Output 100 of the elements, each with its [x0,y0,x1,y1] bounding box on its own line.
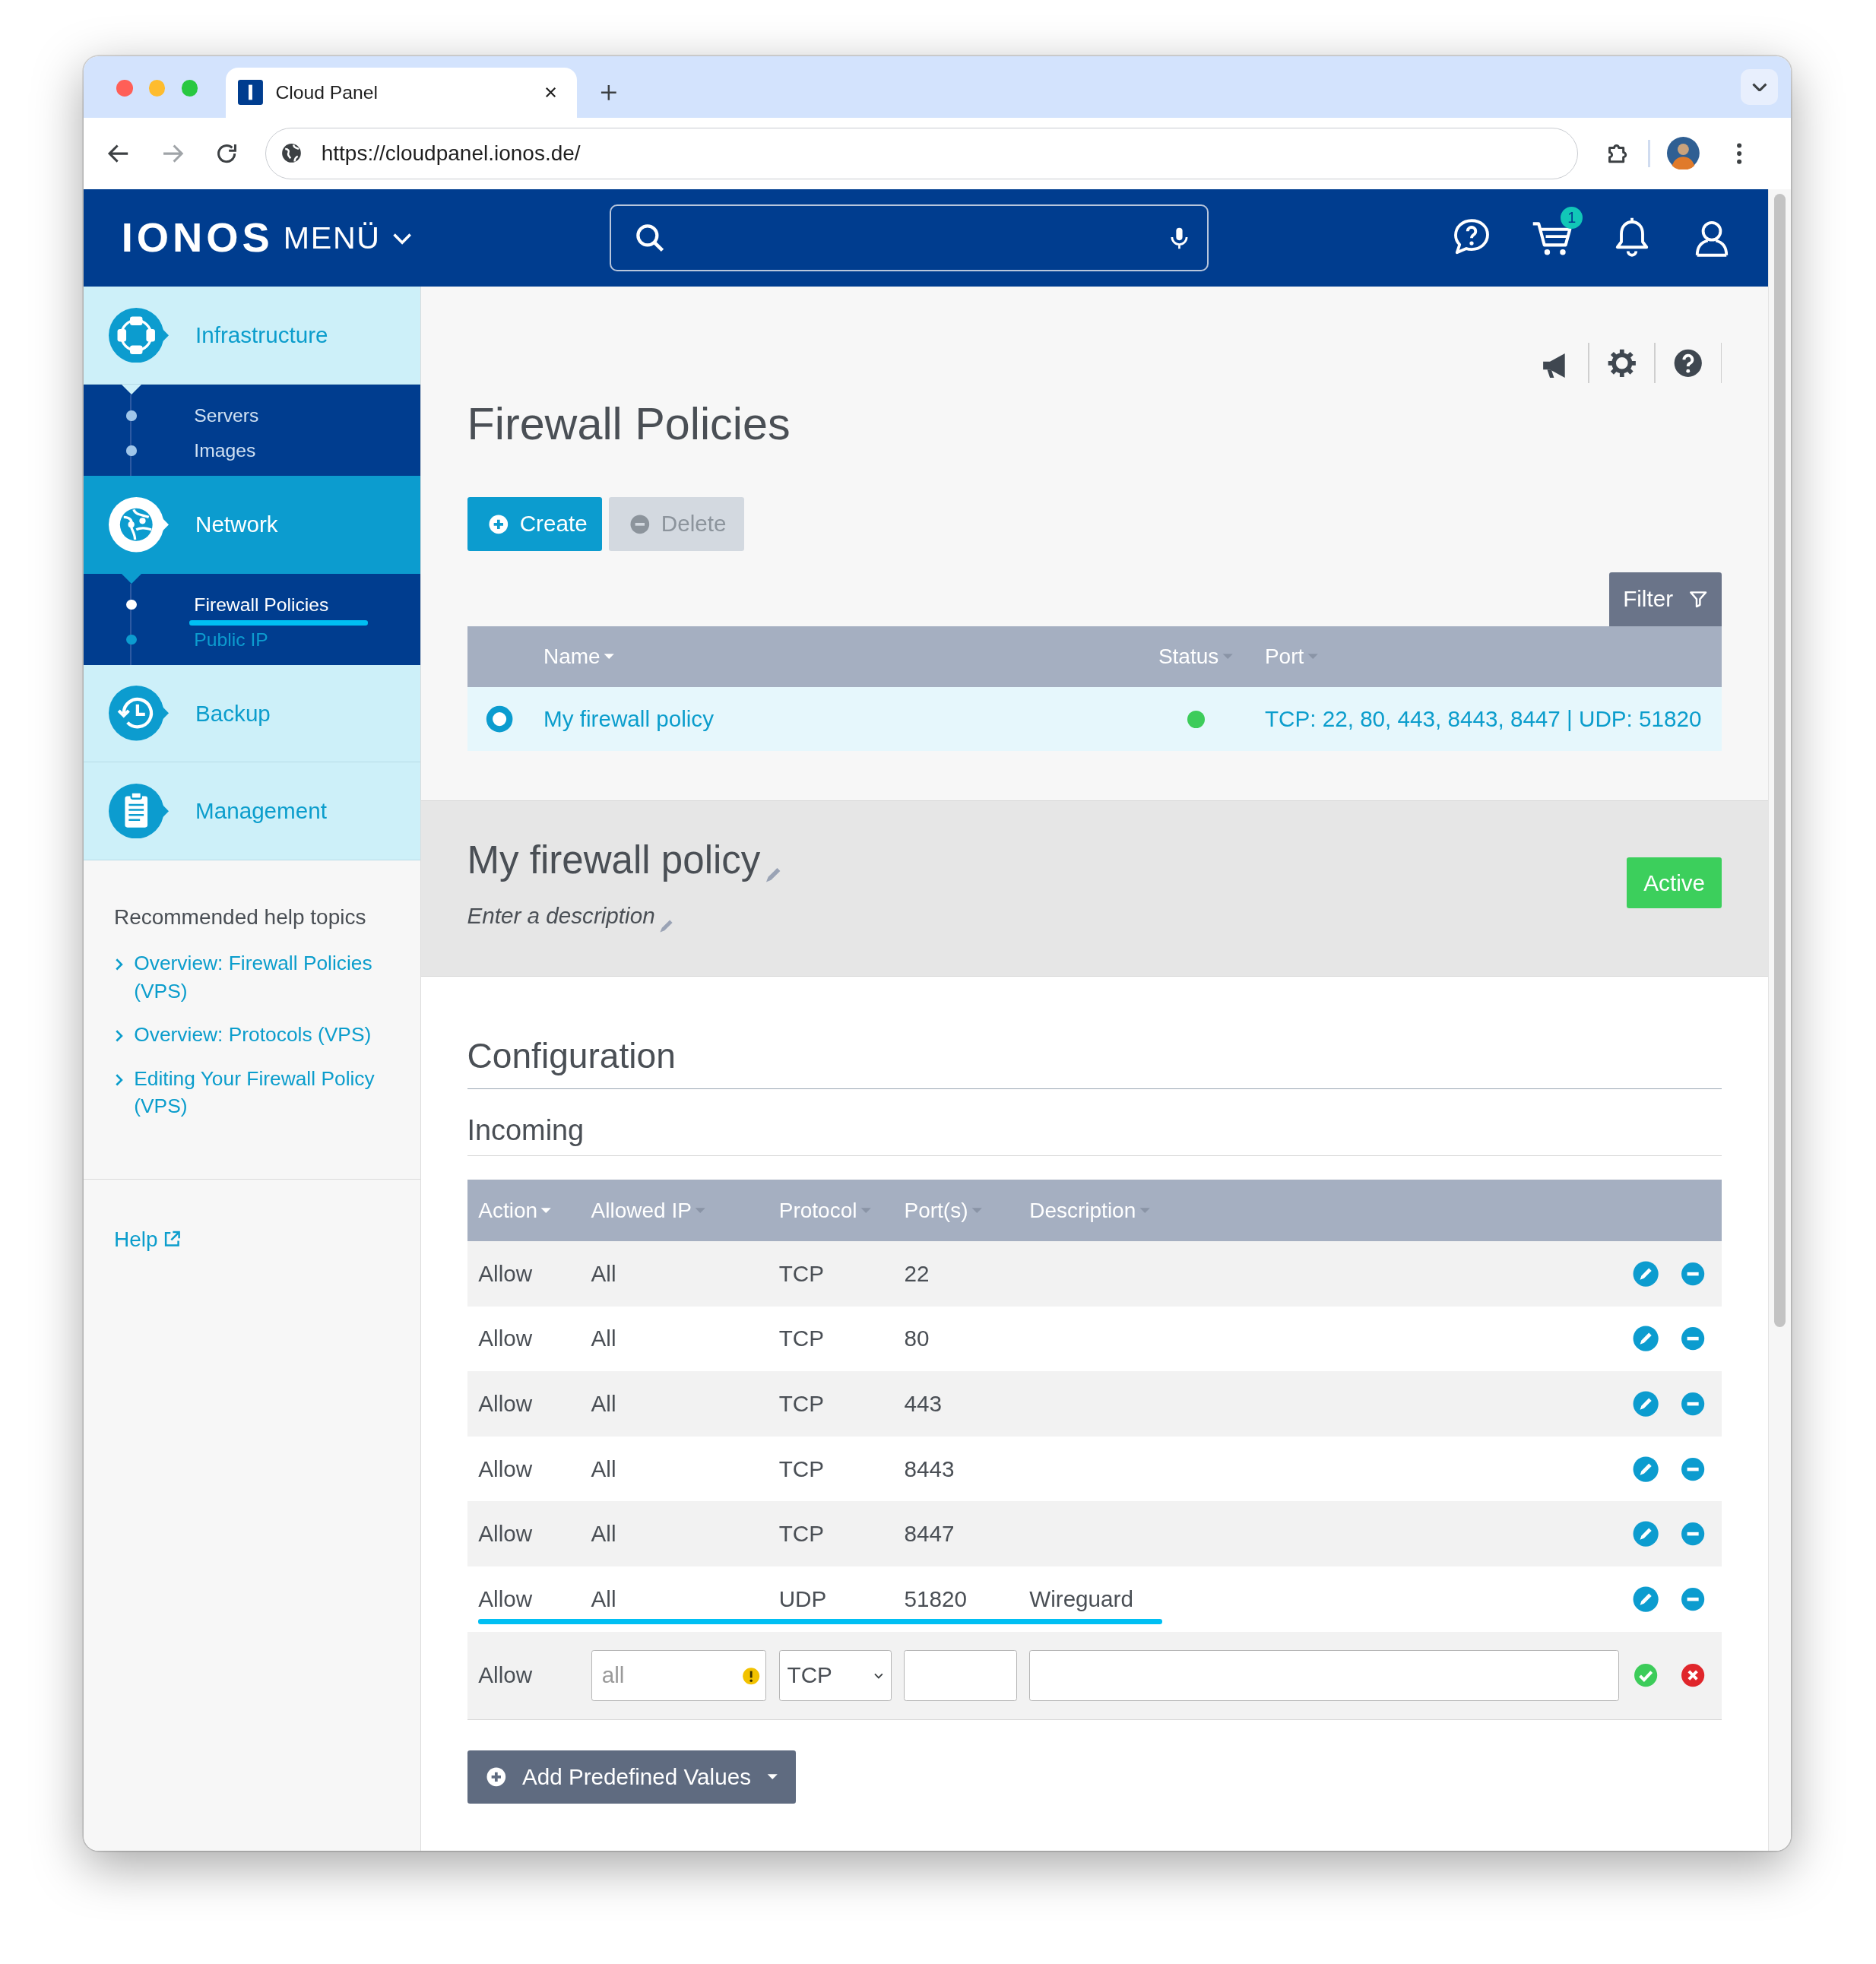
nav-item[interactable]: Network [84,476,420,574]
tab-title[interactable]: Cloud Panel [275,81,530,103]
add-predefined-button[interactable]: Add Predefined Values [467,1750,797,1804]
scrollbar-thumb[interactable] [1773,194,1786,1328]
table-row[interactable]: My firewall policy TCP: 22, 80, 443, 8443, 8447 | UDP: 51820 [467,687,1722,752]
avatar-icon[interactable] [1666,137,1700,170]
column-header[interactable]: Protocol [778,1198,905,1223]
pointer-icon [121,573,141,584]
browser-tab[interactable]: Cloud Panel [225,67,578,118]
section-subtitle: Incoming [467,1088,1722,1156]
logo[interactable]: IONOS [121,213,274,263]
pointer-icon [121,384,141,394]
protocol-dropdown[interactable]: TCP [778,1649,892,1702]
table-cell-text: 8447 [904,1521,955,1547]
external-link-icon[interactable] [163,1230,182,1249]
nav-subitem[interactable]: Servers [194,404,259,426]
nav-item[interactable]: Backup [84,664,420,763]
nav-item[interactable]: Management [84,762,420,860]
clipboard-icon [109,783,170,839]
edit-icon[interactable] [1631,1259,1659,1288]
chevron-right-icon [113,1028,125,1044]
favicon-icon [238,80,263,106]
column-header[interactable]: Action [478,1198,591,1223]
description-input-field[interactable] [1029,1649,1620,1702]
create-button[interactable]: Create [467,497,603,551]
edit-icon[interactable] [1631,1585,1659,1614]
nav-item[interactable]: Infrastructure [84,287,420,385]
table-cell-text: Allow [478,1521,534,1547]
table-cell-text: Wireguard [1029,1585,1134,1612]
nav-subitem[interactable]: Public IP [194,629,268,651]
table-cell-text: TCP: 22, 80, 443, 8443, 8447 | UDP: 51820 [1264,706,1703,733]
help-link[interactable]: Overview: Protocols (VPS) [134,1021,385,1049]
table-cell-text: 443 [904,1391,943,1417]
table-cell-text: 22 [904,1260,930,1287]
ip-input-field[interactable]: all [591,1649,767,1702]
nodes-icon [109,307,170,363]
table-cell-text: TCP [778,1326,825,1352]
plus-circle-icon [484,1766,508,1788]
edit-icon[interactable] [1631,1389,1659,1418]
table-cell-text: All [591,1391,617,1417]
edit-icon[interactable] [1631,1325,1659,1353]
bullet-icon [126,635,137,645]
nav-subitem[interactable]: Firewall Policies [194,594,329,616]
close-window-button[interactable] [116,80,133,97]
table-cell-text: TCP [778,1521,825,1547]
search-field[interactable] [610,204,1209,272]
table-cell-text: 51820 [904,1585,968,1612]
menu-button[interactable]: MENÜ [283,220,416,256]
filter-icon [1687,589,1709,610]
table-cell-text: TCP [778,1456,825,1482]
chevron-down-icon [1751,82,1767,92]
plus-circle-icon [486,512,510,536]
section-title: Configuration [467,1034,1722,1089]
table-cell-text: 80 [904,1326,930,1352]
help-link[interactable]: Overview: Firewall Policies (VPS) [134,949,385,1005]
table-cell-text: Allow [478,1585,534,1612]
table-cell-text: Allow [478,1456,534,1482]
url-text: https://cloudpanel.ionos.de/ [321,141,581,166]
minus-circle-icon [629,512,651,536]
table-cell-text: TCP [778,1391,825,1417]
bullet-icon [126,600,137,610]
help-link[interactable]: Help [113,1227,158,1252]
history-icon [109,686,170,741]
zoom-window-button[interactable] [181,80,198,97]
column-header[interactable]: Status [1158,645,1265,669]
nav-subitem[interactable]: Images [194,440,256,462]
bullet-icon [126,445,137,456]
help-title: Recommended help topics [113,905,367,930]
table-cell-text: Allow [478,1391,534,1417]
tab-list-button[interactable] [1741,69,1779,105]
radio-button[interactable] [486,705,514,733]
bullet-icon [126,410,137,421]
table-cell-text: All [591,1456,617,1482]
table-cell-text: UDP [778,1585,828,1612]
table-cell-text: All [591,1585,617,1612]
table-cell-text: TCP [778,1260,825,1287]
column-header[interactable]: Port [1264,645,1722,669]
table-cell-text: Allow [478,1662,534,1689]
policy-name: My firewall policy [467,838,761,884]
column-header[interactable]: Port(s) [904,1198,1030,1223]
table-cell-text: Allow [478,1326,534,1352]
column-header[interactable]: Name [543,645,1158,669]
status-badge: Active [1627,857,1722,909]
cart-badge: 1 [1560,206,1583,230]
settings-icon[interactable] [1606,347,1637,379]
edit-icon[interactable] [1631,1455,1659,1483]
description-field[interactable]: Enter a description [467,897,655,935]
edit-icon[interactable] [1631,1520,1659,1548]
help-icon[interactable] [1673,347,1703,379]
table-cell-text: 8443 [904,1456,955,1482]
help-link[interactable]: Editing Your Firewall Policy (VPS) [134,1065,385,1120]
table-cell-text: All [591,1326,617,1352]
port-input-field[interactable] [904,1649,1017,1702]
page-title: Firewall Policies [467,398,791,451]
policy-name-link[interactable]: My firewall policy [543,706,1158,733]
table-cell-text: Allow [478,1260,534,1287]
column-header[interactable]: Allowed IP [591,1198,779,1223]
table-cell-text: All [591,1260,617,1287]
filter-button[interactable]: Filter [1609,572,1722,626]
column-header[interactable]: Description [1029,1198,1632,1223]
